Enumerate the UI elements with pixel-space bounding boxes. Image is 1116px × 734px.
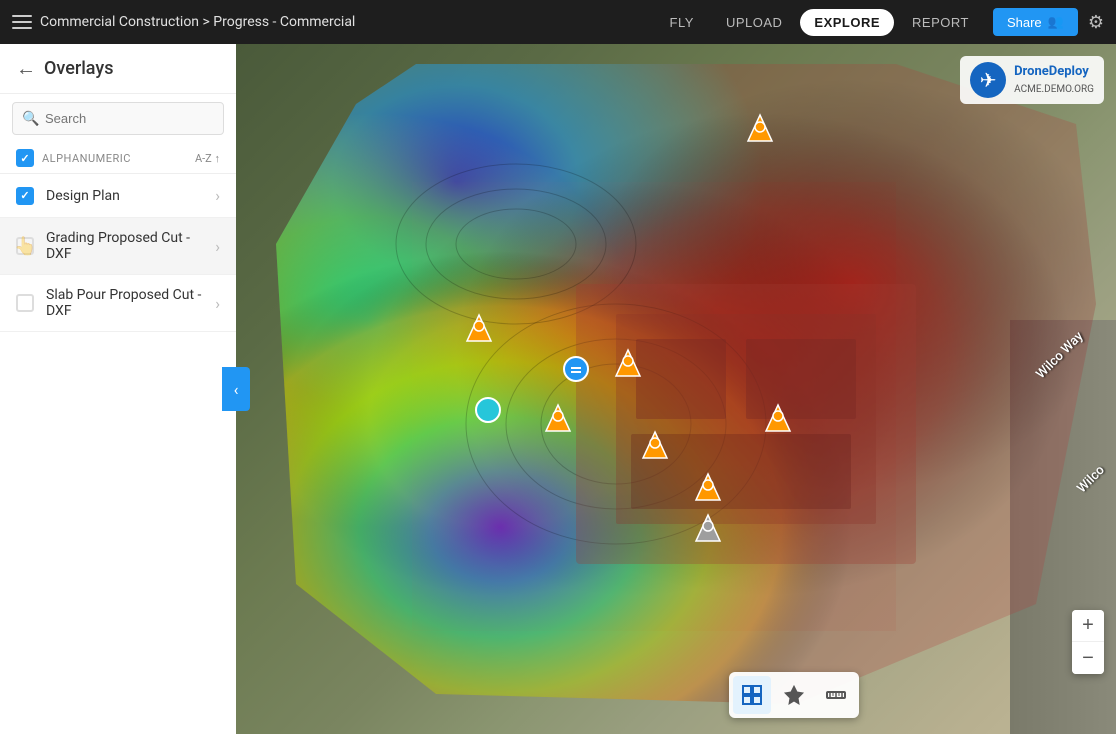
drone-icon-symbol: ✈: [980, 68, 997, 92]
sidebar-title: Overlays: [44, 58, 113, 79]
back-arrow-icon[interactable]: ←: [16, 56, 36, 81]
marker-orange-2[interactable]: [614, 348, 642, 384]
hamburger-menu[interactable]: [12, 12, 32, 32]
zoom-out-button[interactable]: −: [1072, 642, 1104, 674]
zoom-controls: + −: [1072, 610, 1104, 674]
marker-orange-3[interactable]: [465, 313, 493, 349]
nav-upload[interactable]: UPLOAD: [712, 9, 796, 36]
drone-logo-text: DroneDeploy ACME.DEMO.ORG: [1014, 64, 1094, 96]
nav-fly[interactable]: FLY: [656, 9, 708, 36]
overlay-item-design-plan[interactable]: Design Plan ›: [0, 174, 236, 218]
cursor-pointer-icon: 👆: [14, 236, 36, 257]
select-all-checkbox[interactable]: [16, 149, 34, 167]
sort-check-area: ALPHANUMERIC: [16, 149, 131, 167]
sort-direction[interactable]: A-Z ↑: [195, 152, 220, 165]
grid-tool-button[interactable]: [733, 676, 771, 714]
slab-chevron: ›: [215, 294, 220, 313]
grading-label: Grading Proposed Cut - DXF: [46, 230, 215, 262]
marker-teal-circle[interactable]: [474, 396, 502, 428]
search-icon: 🔍: [22, 111, 39, 127]
map-area[interactable]: ✈ DroneDeploy ACME.DEMO.ORG Wilco Way Wi…: [236, 44, 1116, 734]
settings-icon[interactable]: ⚙: [1088, 12, 1104, 33]
nav-report[interactable]: REPORT: [898, 9, 983, 36]
marker-orange-6[interactable]: [694, 472, 722, 508]
sidebar-collapse-button[interactable]: ‹: [222, 367, 250, 411]
slab-label: Slab Pour Proposed Cut - DXF: [46, 287, 215, 319]
design-plan-chevron: ›: [215, 186, 220, 205]
measure-tool-button[interactable]: [817, 676, 855, 714]
search-box: 🔍: [12, 102, 224, 135]
sidebar-header: ← Overlays: [0, 44, 236, 94]
overlay-list: Design Plan › Grading Proposed Cut - DXF…: [0, 174, 236, 734]
nav-left: Commercial Construction > Progress - Com…: [12, 12, 646, 32]
overlay-item-slab[interactable]: Slab Pour Proposed Cut - DXF ›: [0, 275, 236, 332]
sort-row: ALPHANUMERIC A-Z ↑: [0, 143, 236, 174]
pin-tool-icon: [783, 684, 805, 706]
marker-orange-4[interactable]: [544, 403, 572, 439]
marker-blue-circle[interactable]: [562, 355, 590, 387]
design-plan-label: Design Plan: [46, 188, 215, 204]
marker-orange-1[interactable]: [746, 113, 774, 149]
share-icon: 👥: [1048, 14, 1064, 30]
overlay-item-grading[interactable]: Grading Proposed Cut - DXF › 👆: [0, 218, 236, 275]
grading-chevron: ›: [215, 237, 220, 256]
measure-tool-icon: [825, 684, 847, 706]
design-plan-checkbox[interactable]: [16, 187, 34, 205]
pin-tool-button[interactable]: [775, 676, 813, 714]
marker-orange-7[interactable]: [764, 403, 792, 439]
top-navigation: Commercial Construction > Progress - Com…: [0, 0, 1116, 44]
slab-checkbox[interactable]: [16, 294, 34, 312]
map-toolbar: [729, 672, 859, 718]
dronedeploy-logo: ✈ DroneDeploy ACME.DEMO.ORG: [960, 56, 1104, 104]
marker-orange-5[interactable]: [641, 430, 669, 466]
share-button[interactable]: Share 👥: [993, 8, 1078, 36]
sort-label: ALPHANUMERIC: [42, 152, 131, 165]
zoom-in-button[interactable]: +: [1072, 610, 1104, 642]
drone-logo-icon: ✈: [970, 62, 1006, 98]
marker-grey-1[interactable]: [694, 513, 722, 549]
grid-tool-icon: [741, 684, 763, 706]
nav-tabs: FLY UPLOAD EXPLORE REPORT: [656, 9, 983, 36]
sidebar-panel: ← Overlays 🔍 ALPHANUMERIC A-Z ↑ Design P…: [0, 44, 236, 734]
breadcrumb: Commercial Construction > Progress - Com…: [40, 14, 355, 30]
nav-explore[interactable]: EXPLORE: [800, 9, 894, 36]
search-input[interactable]: [12, 102, 224, 135]
